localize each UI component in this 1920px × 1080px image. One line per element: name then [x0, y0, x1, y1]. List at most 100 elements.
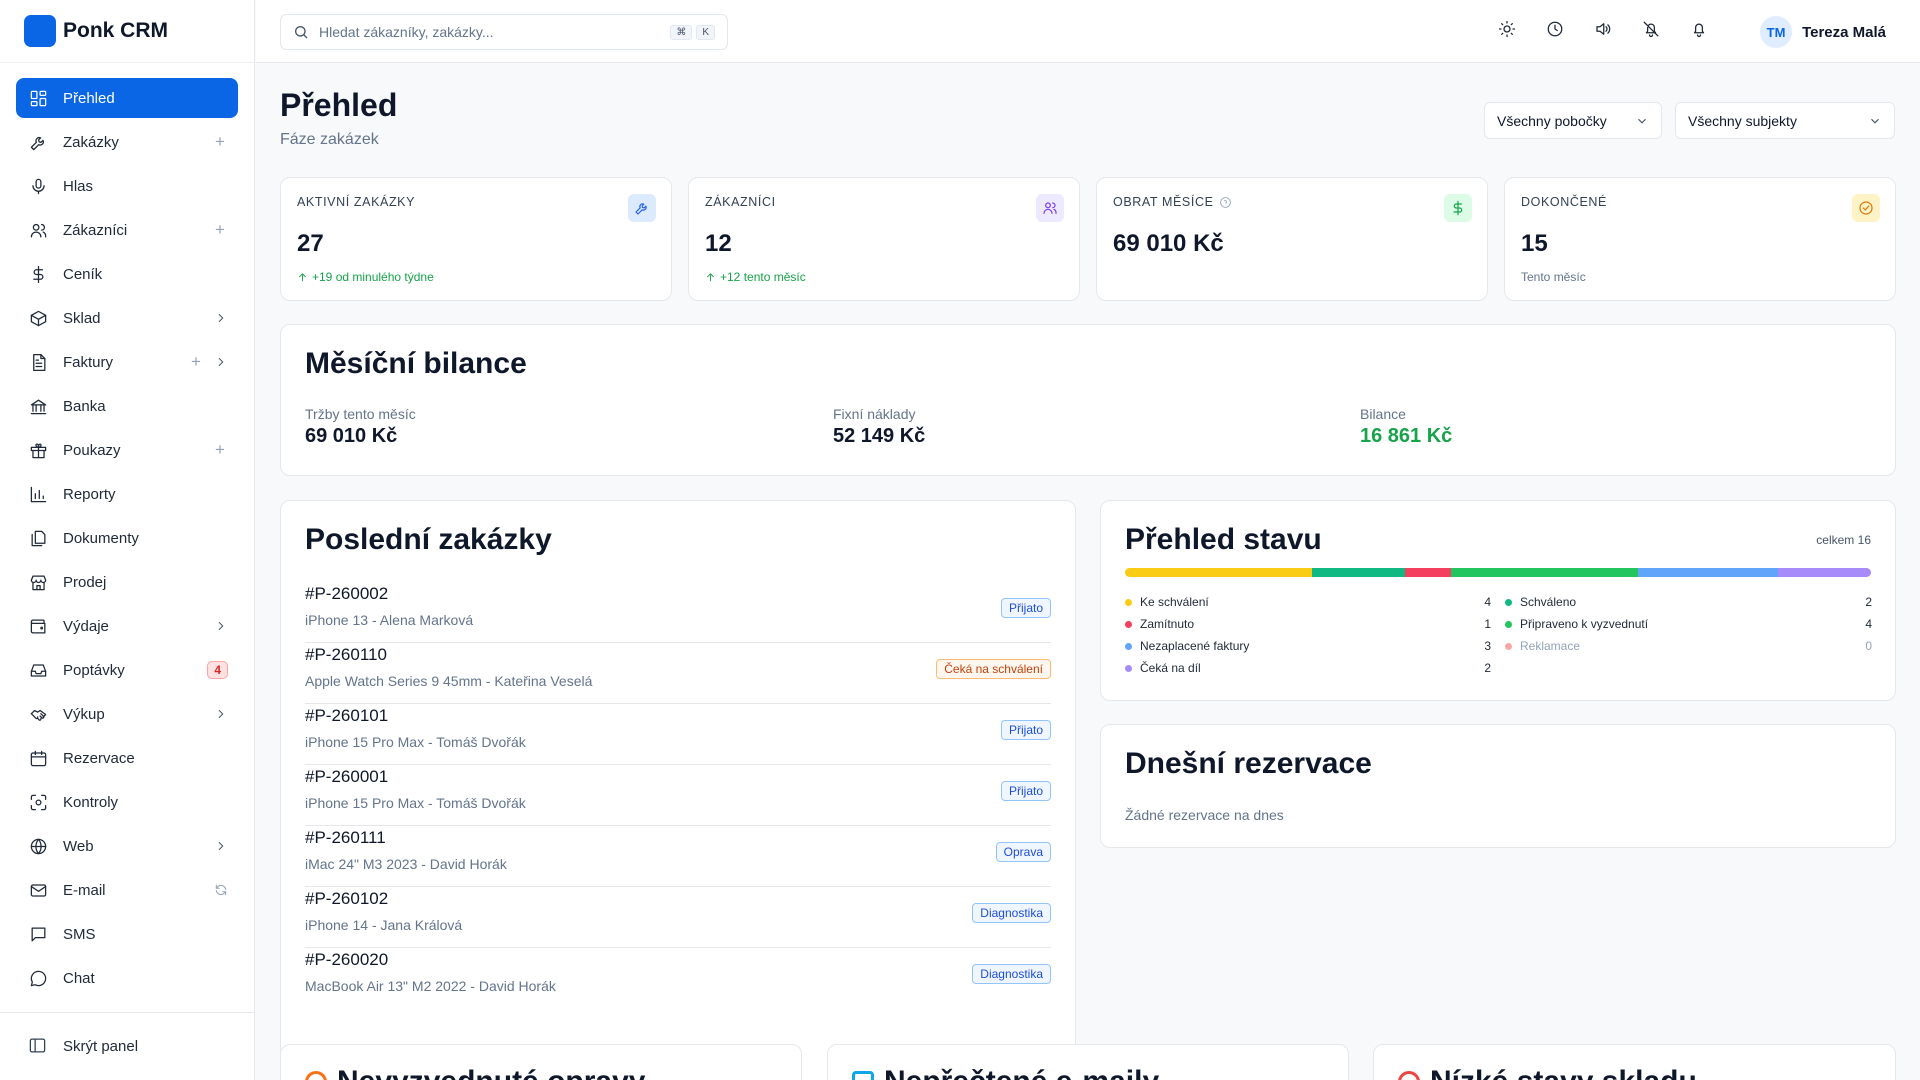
order-row[interactable]: #P-260002 iPhone 13 - Alena Marková Přijat…: [305, 582, 1051, 643]
sidebar-item-label: Dokumenty: [63, 529, 139, 547]
bell-icon[interactable]: [1690, 20, 1708, 43]
sidebar-item-reporty[interactable]: Reporty: [16, 474, 238, 514]
sidebar-item-faktury[interactable]: Faktury +: [16, 342, 238, 382]
sidebar-item-rezervace[interactable]: Rezervace: [16, 738, 238, 778]
refresh-icon[interactable]: [214, 883, 228, 897]
unpicked-repairs-label: Nevyzvednuté opravy: [337, 1065, 645, 1080]
sidebar-item-prehled[interactable]: Přehled: [16, 78, 238, 118]
chevron-right-icon[interactable]: [214, 311, 228, 325]
stat-title: DOKONČENÉ: [1521, 195, 1607, 209]
sidebar-nav: Přehled Zakázky + Hlas Zákazníci + Ceník Sklad F…: [16, 78, 238, 1002]
chevron-down-icon: [1871, 118, 1879, 124]
search-shortcut: ⌘ K: [670, 24, 715, 40]
hide-panel-button[interactable]: Skrýt panel: [16, 1026, 238, 1066]
sidebar-item-prodej[interactable]: Prodej: [16, 562, 238, 602]
unread-emails-card: Nepřečtené e-maily: [827, 1044, 1349, 1080]
bell-off-icon[interactable]: [1642, 20, 1660, 43]
order-row[interactable]: #P-260001 iPhone 15 Pro Max - Tomáš Dvořá…: [305, 765, 1051, 826]
chevron-right-icon[interactable]: [214, 707, 228, 721]
wrench-icon: [628, 194, 656, 222]
order-row[interactable]: #P-260111 iMac 24" M3 2023 - David Horák O…: [305, 826, 1051, 887]
add-icon[interactable]: +: [212, 440, 228, 460]
order-id[interactable]: #P-260020: [305, 950, 388, 970]
sidebar-item-web[interactable]: Web: [16, 826, 238, 866]
sidebar-item-actions: [214, 883, 228, 897]
subject-select-value: Všechny subjekty: [1688, 112, 1797, 129]
balance-label: Bilance: [1360, 406, 1406, 422]
chevron-right-icon[interactable]: [214, 355, 228, 369]
stat-card: ZÁKAZNÍCI 12 +12 tento měsíc: [688, 177, 1080, 301]
branch-select[interactable]: Všechny pobočky: [1484, 102, 1662, 139]
sidebar-item-sklad[interactable]: Sklad: [16, 298, 238, 338]
order-id[interactable]: #P-260002: [305, 584, 388, 604]
order-id[interactable]: #P-260102: [305, 889, 388, 909]
sidebar-item-vydaje[interactable]: Výdaje: [16, 606, 238, 646]
order-id[interactable]: #P-260001: [305, 767, 388, 787]
order-row[interactable]: #P-260101 iPhone 15 Pro Max - Tomáš Dvořá…: [305, 704, 1051, 765]
sidebar-item-label: Rezervace: [63, 749, 135, 767]
status-dot-icon: [1125, 598, 1132, 606]
sidebar-item-label: Hlas: [63, 177, 94, 195]
user-name: Tereza Malá: [1802, 23, 1886, 41]
status-badge: Diagnostika: [972, 964, 1051, 984]
order-row[interactable]: #P-260102 iPhone 14 - Jana Králová Diagnos…: [305, 887, 1051, 948]
order-id[interactable]: #P-260111: [305, 828, 386, 848]
user-menu[interactable]: TM Tereza Malá: [1760, 16, 1886, 48]
sidebar-divider: [0, 1012, 254, 1013]
add-icon[interactable]: +: [188, 352, 204, 372]
speaker-icon[interactable]: [1594, 20, 1612, 43]
sidebar-item-poukazy[interactable]: Poukazy +: [16, 430, 238, 470]
sidebar-item-kontroly[interactable]: Kontroly: [16, 782, 238, 822]
chevron-right-icon[interactable]: [214, 839, 228, 853]
order-id[interactable]: #P-260110: [305, 645, 387, 665]
invoice-icon: [28, 352, 48, 372]
sidebar-item-dokumenty[interactable]: Dokumenty: [16, 518, 238, 558]
sidebar-item-sms[interactable]: SMS: [16, 914, 238, 954]
sidebar-item-actions: +: [188, 352, 228, 372]
sidebar-item-cenik[interactable]: Ceník: [16, 254, 238, 294]
order-row[interactable]: #P-260110 Apple Watch Series 9 45mm - Kat…: [305, 643, 1051, 704]
unpicked-repairs-title: Nevyzvednuté opravy: [305, 1065, 645, 1080]
search-box[interactable]: ⌘ K: [280, 14, 728, 50]
dollar-icon: [28, 264, 48, 284]
kbd-cmd: ⌘: [670, 24, 693, 40]
sidebar-item-vykup[interactable]: Výkup: [16, 694, 238, 734]
low-stock-card: Nízké stavy skladu: [1373, 1044, 1896, 1080]
low-stock-title: Nízké stavy skladu: [1398, 1065, 1697, 1080]
sidebar: Ponk CRM Přehled Zakázky + Hlas Zákazníci + Ce…: [0, 0, 255, 1080]
order-description: MacBook Air 13" M2 2022 - David Horák: [305, 978, 556, 994]
add-icon[interactable]: +: [212, 220, 228, 240]
chevron-right-icon[interactable]: [214, 619, 228, 633]
sidebar-item-chat[interactable]: Chat: [16, 958, 238, 998]
sidebar-item-label: E-mail: [63, 881, 106, 899]
reservations-title: Dnešní rezervace: [1125, 747, 1372, 780]
sidebar-item-label: Výkup: [63, 705, 105, 723]
sidebar-item-e-mail[interactable]: E-mail: [16, 870, 238, 910]
search-input[interactable]: [319, 24, 671, 40]
panel-collapse-icon: [28, 1036, 48, 1056]
sidebar-item-label: Výdaje: [63, 617, 109, 635]
add-icon[interactable]: +: [212, 132, 228, 152]
page-subtitle: Fáze zakázek: [280, 131, 379, 148]
dollar-icon: [1444, 194, 1472, 222]
order-description: iMac 24" M3 2023 - David Horák: [305, 856, 507, 872]
sidebar-item-zakazky[interactable]: Zakázky +: [16, 122, 238, 162]
stat-value: 12: [705, 230, 732, 257]
order-id[interactable]: #P-260101: [305, 706, 388, 726]
bank-icon: [28, 396, 48, 416]
calendar-icon: [28, 748, 48, 768]
status-legend-item: Schváleno 2: [1505, 593, 1872, 611]
order-row[interactable]: #P-260020 MacBook Air 13" M2 2022 - David…: [305, 948, 1051, 1009]
app-logo[interactable]: Ponk CRM: [0, 0, 254, 63]
info-icon[interactable]: [1219, 196, 1232, 209]
sidebar-item-label: Banka: [63, 397, 106, 415]
sidebar-item-zakaznici[interactable]: Zákazníci +: [16, 210, 238, 250]
status-label: Ke schválení: [1140, 595, 1209, 609]
clock-icon[interactable]: [1546, 20, 1564, 43]
sidebar-item-poptavky[interactable]: Poptávky 4: [16, 650, 238, 690]
sidebar-item-banka[interactable]: Banka: [16, 386, 238, 426]
subject-select[interactable]: Všechny subjekty: [1675, 102, 1895, 139]
status-label: Zamítnuto: [1140, 617, 1195, 631]
theme-sun-icon[interactable]: [1498, 20, 1516, 43]
sidebar-item-hlas[interactable]: Hlas: [16, 166, 238, 206]
